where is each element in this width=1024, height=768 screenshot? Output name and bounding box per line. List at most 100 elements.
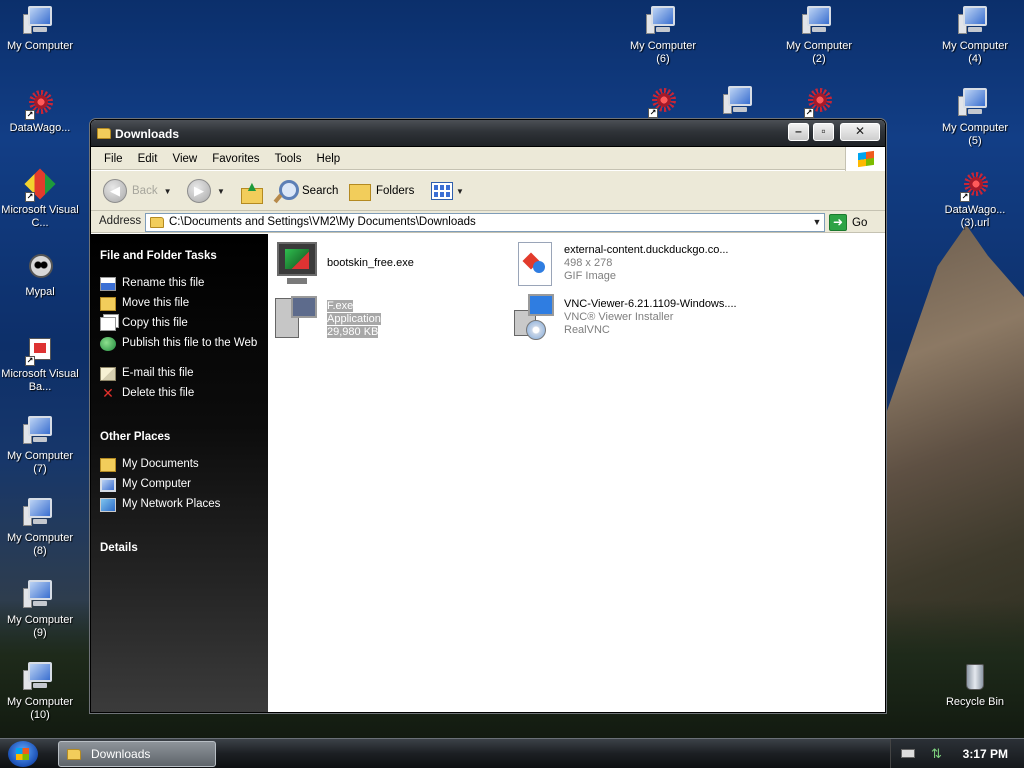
computer-icon — [23, 578, 57, 612]
file-item-f-exe[interactable]: F.exe Application 29,980 KB — [273, 294, 381, 342]
desktop-icon-visual-c[interactable]: ↗ Microsoft Visual C... — [0, 168, 80, 230]
computer-icon — [802, 4, 836, 38]
task-delete[interactable]: ✕ Delete this file — [100, 385, 265, 401]
address-dropdown-button[interactable]: ▼ — [809, 213, 825, 232]
menu-help[interactable]: Help — [311, 147, 347, 171]
task-rename[interactable]: Rename this file — [100, 277, 265, 291]
taskbar-item-downloads[interactable]: Downloads — [58, 741, 216, 767]
task-copy[interactable]: Copy this file — [100, 317, 265, 331]
forward-arrow-icon: ▶ — [187, 179, 211, 203]
title-bar[interactable]: Downloads – ▫ ✕ — [91, 120, 885, 147]
close-button[interactable]: ✕ — [840, 123, 880, 141]
task-move[interactable]: Move this file — [100, 297, 265, 311]
file-item-gif[interactable]: external-content.duckduckgo.co... 498 x … — [510, 240, 728, 288]
views-button[interactable]: ▼ — [431, 177, 464, 205]
minimize-button[interactable]: – — [788, 123, 809, 141]
bootskin-app-icon — [273, 240, 321, 288]
desktop-icon-recycle-bin[interactable]: Recycle Bin — [935, 660, 1015, 709]
folder-icon — [150, 217, 164, 228]
up-folder-button[interactable] — [241, 177, 263, 205]
chevron-down-icon: ▼ — [163, 186, 172, 196]
details-heading[interactable]: Details — [100, 542, 138, 554]
address-label: Address — [99, 215, 142, 227]
task-email[interactable]: E-mail this file — [100, 367, 265, 381]
other-places-heading[interactable]: Other Places — [100, 431, 170, 443]
menu-tools[interactable]: Tools — [269, 147, 308, 171]
computer-icon — [100, 478, 116, 492]
email-icon — [100, 367, 116, 381]
taskbar: Downloads ⇅ 3:17 PM — [0, 738, 1024, 768]
file-item-bootskin[interactable]: bootskin_free.exe — [273, 240, 414, 288]
window-title: Downloads — [115, 127, 180, 141]
task-pane: File and Folder Tasks Rename this file M… — [91, 234, 268, 712]
maximize-button[interactable]: ▫ — [813, 123, 834, 141]
menu-file[interactable]: File — [98, 147, 129, 171]
web-shortcut-icon: ↗ — [802, 84, 836, 118]
file-item-vnc-viewer[interactable]: VNC-Viewer-6.21.1109-Windows.... VNC® Vi… — [510, 294, 737, 342]
forward-button[interactable]: ▶ ▼ — [187, 177, 225, 205]
desktop-icon-visual-basic[interactable]: ↗ Microsoft Visual Ba... — [0, 332, 80, 394]
menu-edit[interactable]: Edit — [132, 147, 164, 171]
installer-icon — [510, 294, 558, 342]
search-button[interactable]: Search — [275, 177, 338, 205]
computer-icon — [958, 4, 992, 38]
folder-icon — [100, 458, 116, 472]
address-bar: Address C:\Documents and Settings\VM2\My… — [91, 211, 885, 233]
computer-icon — [723, 84, 757, 118]
desktop-icon-datawago[interactable]: ↗ DataWago... — [0, 86, 80, 135]
search-icon — [275, 180, 299, 202]
desktop-icon-my-computer[interactable]: My Computer — [0, 4, 80, 53]
gif-image-icon — [510, 240, 558, 288]
back-arrow-icon: ◀ — [103, 179, 127, 203]
go-arrow-icon: ➜ — [829, 214, 847, 231]
desktop-icon-my-computer-2[interactable]: My Computer (2) — [779, 4, 859, 66]
desktop-icon-my-computer-8[interactable]: My Computer (8) — [0, 496, 80, 558]
application-setup-icon — [273, 294, 321, 342]
folder-icon — [67, 748, 81, 760]
clock[interactable]: 3:17 PM — [963, 747, 1008, 761]
desktop-icon-datawago-3[interactable]: ↗ DataWago... (3).url — [935, 168, 1015, 230]
desktop-icon-my-computer-10[interactable]: My Computer (10) — [0, 660, 80, 722]
network-status-icon[interactable]: ⇅ — [931, 746, 942, 762]
toolbar: ◀ Back ▼ ▶ ▼ Search Folders ▼ — [91, 171, 885, 211]
desktop-icon-my-computer-7[interactable]: My Computer (7) — [0, 414, 80, 476]
address-input[interactable]: C:\Documents and Settings\VM2\My Documen… — [145, 213, 825, 232]
system-tray: ⇅ 3:17 PM — [890, 739, 1024, 768]
up-folder-icon — [241, 178, 263, 204]
desktop-icon-partial-web-2[interactable]: ↗ — [799, 84, 839, 120]
place-my-documents[interactable]: My Documents — [100, 458, 265, 472]
task-publish[interactable]: Publish this file to the Web — [100, 337, 265, 351]
desktop-icon-partial-web-1[interactable]: ↗ — [643, 84, 683, 120]
copy-icon — [100, 317, 116, 331]
file-folder-tasks-heading[interactable]: File and Folder Tasks — [100, 250, 217, 262]
file-list: bootskin_free.exe external-content.duckd… — [268, 234, 885, 712]
visual-studio-icon: ↗ — [23, 168, 57, 202]
move-folder-icon — [100, 297, 116, 311]
desktop-icon-my-computer-4[interactable]: My Computer (4) — [935, 4, 1015, 66]
desktop-icon-mypal[interactable]: Mypal — [0, 250, 80, 299]
keyboard-icon[interactable] — [901, 749, 915, 758]
start-button[interactable] — [8, 741, 38, 767]
computer-icon — [23, 414, 57, 448]
desktop-icon-partial-computer[interactable] — [720, 84, 760, 120]
desktop-icon-my-computer-5[interactable]: My Computer (5) — [935, 86, 1015, 148]
network-icon — [100, 498, 116, 512]
computer-icon — [23, 4, 57, 38]
place-my-computer[interactable]: My Computer — [100, 478, 265, 492]
menu-bar: File Edit View Favorites Tools Help — [91, 147, 885, 171]
views-icon — [431, 182, 453, 200]
desktop-icon-my-computer-9[interactable]: My Computer (9) — [0, 578, 80, 640]
back-button[interactable]: ◀ Back ▼ — [103, 177, 172, 205]
place-my-network[interactable]: My Network Places — [100, 498, 265, 512]
globe-icon — [100, 337, 116, 351]
windows-logo-icon — [845, 147, 885, 171]
computer-icon — [23, 660, 57, 694]
desktop-icon-my-computer-6[interactable]: My Computer (6) — [623, 4, 703, 66]
menu-favorites[interactable]: Favorites — [206, 147, 265, 171]
recycle-bin-icon — [958, 660, 992, 694]
delete-icon: ✕ — [102, 385, 114, 401]
web-shortcut-icon: ↗ — [23, 86, 57, 120]
menu-view[interactable]: View — [166, 147, 203, 171]
go-button[interactable]: ➜ Go — [829, 213, 867, 232]
folders-button[interactable]: Folders — [349, 177, 414, 205]
